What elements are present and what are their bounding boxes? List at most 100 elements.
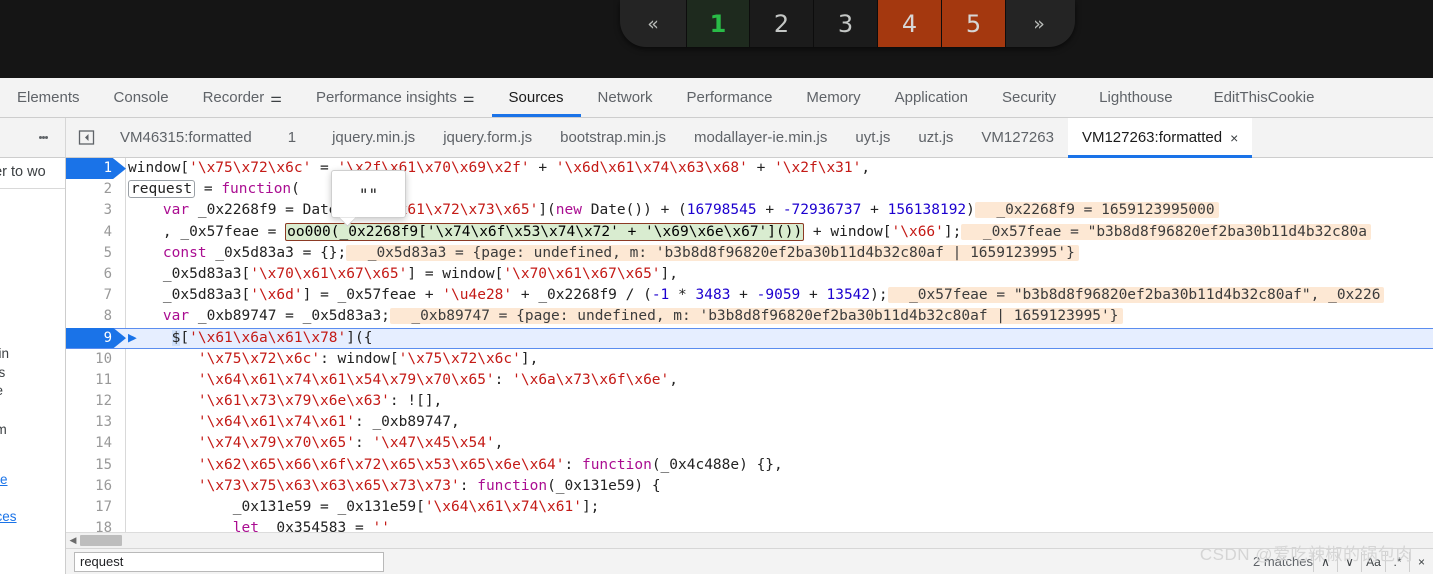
source-code-editor[interactable]: 1 window['\x75\x72\x6c' = '\x2f\x61\x70\x… — [66, 158, 1433, 532]
file-tab-vm127263-formatted[interactable]: VM127263:formatted × — [1067, 118, 1253, 158]
tab-performance-insights[interactable]: Performance insights ⚌ — [299, 78, 492, 117]
line-number[interactable]: 2 — [66, 179, 112, 200]
tab-elements[interactable]: Elements — [0, 78, 97, 117]
line-number[interactable]: 3 — [66, 200, 112, 221]
tab-network-label: Network — [597, 89, 653, 106]
pagination-page-3[interactable]: 3 — [814, 0, 878, 47]
find-previous-button[interactable]: ∧ — [1313, 551, 1337, 572]
line-number[interactable]: 16 — [66, 476, 112, 497]
scroll-left-arrow-icon[interactable]: ◀ — [66, 535, 80, 546]
pagination-next-button[interactable]: » — [1006, 0, 1072, 47]
code-line[interactable]: 10 '\x75\x72\x6c': window['\x75\x72\x6c'… — [66, 349, 1433, 370]
toggle-navigator-button[interactable] — [66, 118, 106, 157]
file-tab-bootstrap-min-js[interactable]: bootstrap.min.js — [546, 118, 680, 157]
code-token: + — [800, 287, 827, 304]
file-tab-modallayer-ie-min-js[interactable]: modallayer-ie.min.js — [680, 118, 841, 157]
code-line-text: '\x62\x65\x66\x6f\x72\x65\x53\x65\x6e\x6… — [128, 455, 783, 476]
editor-horizontal-scrollbar[interactable]: ◀ — [66, 532, 1433, 548]
code-line[interactable]: 9 ▶ $['\x61\x6a\x61\x78']({ — [66, 327, 1433, 349]
line-number[interactable]: 4 — [66, 222, 112, 243]
code-line[interactable]: 12 '\x61\x73\x79\x6e\x63': ![], — [66, 391, 1433, 412]
navigator-link-second[interactable]: t — [0, 490, 65, 509]
devtools-panel-tabbar: Elements Console Recorder ⚌ Performance … — [0, 78, 1433, 118]
code-token: _0x5d83a3 = {}; — [206, 244, 347, 261]
line-number[interactable]: 7 — [66, 285, 112, 306]
line-number[interactable]: 8 — [66, 306, 112, 327]
code-line[interactable]: 14 '\x74\x79\x70\x65': '\x47\x45\x54', — [66, 433, 1433, 454]
code-token: let — [232, 520, 259, 532]
code-line[interactable]: 1 window['\x75\x72\x6c' = '\x2f\x61\x70\x… — [66, 158, 1433, 180]
tab-console[interactable]: Console — [97, 78, 186, 117]
pagination-page-4[interactable]: 4 — [878, 0, 942, 47]
pagination-bar[interactable]: « 1 2 3 4 5 » — [620, 0, 1075, 47]
file-tab-jquery-min-js[interactable]: jquery.min.js — [318, 118, 429, 157]
tab-lighthouse[interactable]: Lighthouse — [1073, 78, 1189, 117]
find-close-button[interactable]: × — [1409, 551, 1433, 572]
tab-memory[interactable]: Memory — [789, 78, 877, 117]
code-line[interactable]: 5 const _0x5d83a3 = {}; _0x5d83a3 = {pag… — [66, 243, 1433, 264]
code-token: '\x75\x72\x6c' — [189, 160, 312, 176]
match-case-button[interactable]: Aa — [1361, 551, 1385, 572]
scrollbar-thumb[interactable] — [80, 535, 122, 546]
tab-application[interactable]: Application — [878, 78, 985, 117]
tab-network[interactable]: Network — [581, 78, 670, 117]
file-tab-vm127263[interactable]: VM127263 — [967, 118, 1068, 157]
code-line[interactable]: 16 '\x73\x75\x63\x63\x65\x73\x73': funct… — [66, 476, 1433, 497]
code-line[interactable]: 3 var _0x2268f9 = Date['\x70\x61\x72\x73… — [66, 200, 1433, 221]
breakpoint-chevron-icon[interactable]: ▶ — [128, 330, 137, 346]
tab-editthiscookie[interactable]: EditThisCookie — [1190, 78, 1332, 117]
navigator-link-workspaces[interactable]: aces — [0, 508, 65, 527]
value-tooltip-text: "" — [358, 184, 379, 204]
file-tab-uyt-js[interactable]: uyt.js — [841, 118, 904, 157]
file-tab-vm46315-formatted[interactable]: VM46315:formatted — [106, 118, 266, 157]
pagination-prev-button[interactable]: « — [620, 0, 686, 47]
file-tab-jquery-form-js[interactable]: jquery.form.js — [429, 118, 546, 157]
code-token: '' — [372, 520, 390, 532]
code-line-text: var _0x2268f9 = Date['\x70\x61\x72\x73\x… — [128, 200, 1219, 221]
find-next-button[interactable]: ∨ — [1337, 551, 1361, 572]
line-number[interactable]: 6 — [66, 264, 112, 285]
inline-evaluated-value: _0x5d83a3 = {page: undefined, m: 'b3b8d8… — [346, 244, 1079, 261]
code-token: 3483 — [695, 287, 731, 304]
code-line[interactable]: 15 '\x62\x65\x66\x6f\x72\x65\x53\x65\x6e… — [66, 455, 1433, 476]
pagination-page-1[interactable]: 1 — [686, 0, 750, 47]
code-token: (_0x4c488e) {}, — [651, 456, 783, 473]
pagination-page-5[interactable]: 5 — [942, 0, 1006, 47]
code-line[interactable]: 11 '\x64\x61\x74\x61\x54\x79\x70\x65': '… — [66, 370, 1433, 391]
code-line[interactable]: 18 let _0x354583 = '' — [66, 518, 1433, 532]
code-line[interactable]: 7 _0x5d83a3['\x6d'] = _0x57feae + '\u4e2… — [66, 285, 1433, 306]
code-line[interactable]: 6 _0x5d83a3['\x70\x61\x67\x65'] = window… — [66, 264, 1433, 285]
file-tab-uzt-js[interactable]: uzt.js — [904, 118, 967, 157]
file-tab-1[interactable]: 1 — [266, 118, 318, 157]
line-number[interactable]: 13 — [66, 412, 112, 433]
line-number[interactable]: 14 — [66, 433, 112, 454]
line-number[interactable]: 1 — [66, 158, 126, 180]
line-number[interactable]: 5 — [66, 243, 112, 264]
line-number[interactable]: 9 — [66, 327, 126, 349]
tab-security[interactable]: Security — [985, 78, 1073, 117]
regex-button[interactable]: .* — [1385, 551, 1409, 572]
line-number[interactable]: 17 — [66, 497, 112, 518]
code-line[interactable]: 4 , _0x57feae = oo000(_0x2268f9['\x74\x6… — [66, 222, 1433, 243]
tab-sources[interactable]: Sources — [491, 78, 581, 117]
code-token: , — [861, 160, 871, 176]
tab-performance[interactable]: Performance — [670, 78, 790, 117]
code-line[interactable]: 13 '\x64\x61\x74\x61': _0xb89747, — [66, 412, 1433, 433]
code-line[interactable]: 8 var _0xb89747 = _0x5d83a3; _0xb89747 =… — [66, 306, 1433, 327]
search-input[interactable] — [74, 551, 384, 572]
close-icon[interactable]: × — [1230, 130, 1238, 146]
line-number[interactable]: 18 — [66, 518, 112, 532]
line-number[interactable]: 12 — [66, 391, 112, 412]
more-options-button[interactable] — [22, 118, 66, 157]
code-token: window[ — [128, 160, 190, 176]
pagination-page-2[interactable]: 2 — [750, 0, 814, 47]
page-banner: « 1 2 3 4 5 » — [0, 0, 1433, 78]
code-token: : — [564, 456, 582, 473]
code-line[interactable]: 2 request = function( — [66, 179, 1433, 200]
line-number[interactable]: 15 — [66, 455, 112, 476]
line-number[interactable]: 11 — [66, 370, 112, 391]
line-number[interactable]: 10 — [66, 349, 112, 370]
navigator-link-learn-more[interactable]: ore — [0, 471, 65, 490]
code-line[interactable]: 17 _0x131e59 = _0x131e59['\x64\x61\x74\x… — [66, 497, 1433, 518]
tab-recorder[interactable]: Recorder ⚌ — [186, 78, 299, 117]
